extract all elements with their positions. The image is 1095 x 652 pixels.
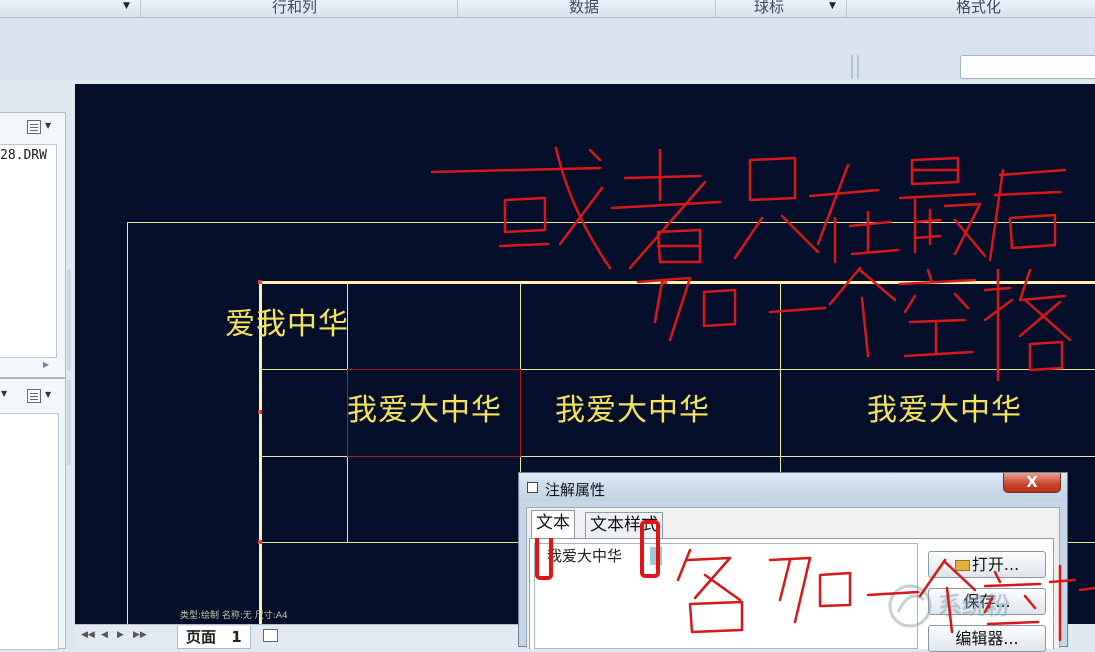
- ribbon-bar: ▼ 行和列 数据 球标 ▼ 格式化: [0, 0, 1095, 18]
- sheet-border: [127, 222, 1095, 223]
- ribbon-group-balloon[interactable]: 球标: [754, 0, 784, 17]
- chevron-down-icon[interactable]: ▼: [1, 389, 7, 398]
- panel-splitter[interactable]: [67, 380, 71, 465]
- ribbon-group-rows-columns[interactable]: 行和列: [272, 0, 317, 17]
- dialog-titlebar[interactable]: 注解属性 X: [519, 473, 1067, 501]
- new-page-icon[interactable]: [263, 629, 278, 642]
- text-cursor: [650, 547, 662, 565]
- prev-page-icon[interactable]: ◀: [101, 630, 108, 640]
- selection-handle[interactable]: [258, 280, 262, 284]
- dialog-app-icon: [527, 482, 538, 493]
- last-page-icon[interactable]: ▶▶: [133, 630, 147, 640]
- open-button[interactable]: 打开...: [928, 551, 1046, 578]
- page-tab-label: 页面: [186, 628, 217, 646]
- close-button[interactable]: X: [1003, 473, 1061, 493]
- selection-handle[interactable]: [258, 540, 262, 544]
- note-text-value: 我爱大中华: [547, 547, 623, 565]
- table-cell-text[interactable]: 我爱大中华: [347, 394, 502, 428]
- chevron-down-icon[interactable]: ▼: [45, 121, 51, 130]
- watermark-text: 系统粉: [938, 592, 1010, 620]
- scroll-right-icon[interactable]: ▶: [43, 360, 49, 369]
- drawing-note-text[interactable]: 爱我中华: [225, 308, 349, 342]
- next-page-icon[interactable]: ▶: [117, 630, 124, 640]
- sheet-border: [127, 222, 128, 624]
- table-cell-text[interactable]: 我爱大中华: [867, 394, 1022, 428]
- site-watermark: 系统粉: [880, 578, 1085, 640]
- ribbon-separator: [715, 0, 716, 17]
- page-navigation-bar: ◀◀ ◀ ▶ ▶▶ 页面 1: [75, 624, 520, 649]
- model-tree-list[interactable]: 28.DRW: [0, 144, 57, 358]
- page-number: 1: [231, 628, 242, 646]
- tree-settings-icon[interactable]: [27, 120, 41, 134]
- splitter-grip[interactable]: [857, 55, 859, 79]
- panel-splitter[interactable]: [67, 270, 71, 370]
- page-tab-1[interactable]: 页面 1: [177, 626, 251, 649]
- tree-item-drawing-file[interactable]: 28.DRW: [0, 148, 47, 163]
- first-page-icon[interactable]: ◀◀: [81, 630, 95, 640]
- chevron-down-icon[interactable]: ▼: [45, 390, 51, 399]
- ribbon-separator: [140, 0, 141, 17]
- search-input[interactable]: [960, 55, 1095, 79]
- tab-text[interactable]: 文本: [531, 510, 575, 538]
- table-cell-text[interactable]: 我爱大中华: [555, 394, 710, 428]
- open-button-label: 打开...: [971, 555, 1020, 574]
- table-col-line: [780, 281, 781, 473]
- dialog-title: 注解属性: [545, 481, 606, 499]
- ribbon-separator: [457, 0, 458, 17]
- ribbon-group-data[interactable]: 数据: [569, 0, 599, 17]
- note-text-area[interactable]: 我爱大中华: [534, 543, 918, 649]
- dropdown-arrow-icon[interactable]: ▼: [123, 0, 130, 13]
- tree-settings-icon[interactable]: [27, 389, 41, 403]
- ribbon-separator: [846, 0, 847, 17]
- folder-icon: [954, 560, 970, 571]
- selection-handle[interactable]: [663, 280, 667, 284]
- table-border: [259, 281, 1095, 284]
- title-block-text: 类型:绘制 名称:无 尺寸:A4: [180, 611, 288, 621]
- layer-tree-list[interactable]: [0, 413, 59, 650]
- selection-handle[interactable]: [258, 410, 262, 414]
- toolbar-strip: [0, 18, 1095, 80]
- splitter-grip[interactable]: [851, 55, 853, 79]
- tab-text-style[interactable]: 文本样式: [585, 512, 663, 538]
- ribbon-group-format[interactable]: 格式化: [956, 0, 1001, 17]
- dropdown-arrow-icon[interactable]: ▼: [829, 0, 836, 13]
- model-tree-panel: ▼ 28.DRW ▶: [0, 112, 66, 378]
- layer-tree-panel: ▼ ▼: [0, 378, 66, 650]
